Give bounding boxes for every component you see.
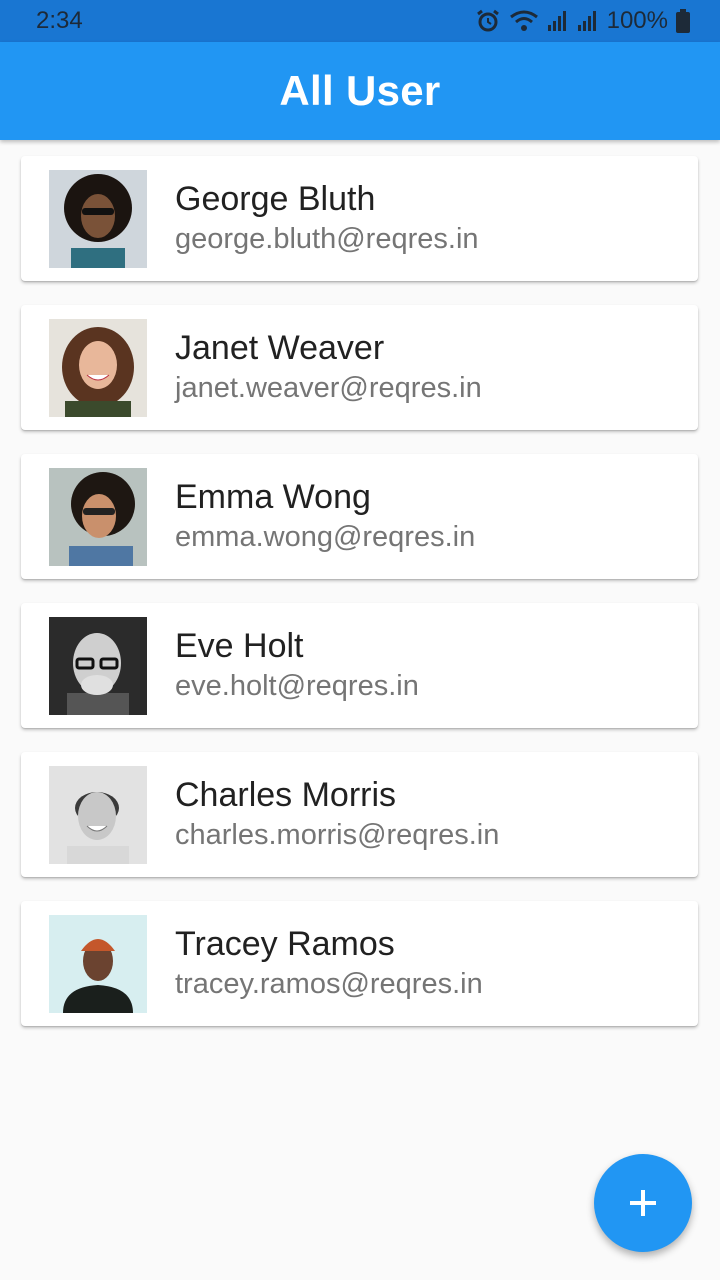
avatar xyxy=(49,318,147,417)
user-card[interactable]: Tracey Ramos tracey.ramos@reqres.in xyxy=(21,901,698,1026)
user-name: Charles Morris xyxy=(175,775,397,814)
user-info: George Bluth george.bluth@reqres.in xyxy=(175,179,479,259)
alarm-icon xyxy=(475,8,501,34)
battery-icon xyxy=(676,9,690,33)
signal-icon xyxy=(577,10,599,32)
user-name: George Bluth xyxy=(175,179,376,218)
user-card[interactable]: Janet Weaver janet.weaver@reqres.in xyxy=(21,305,698,430)
battery-level: 100% xyxy=(606,7,668,34)
user-info: Emma Wong emma.wong@reqres.in xyxy=(175,477,475,557)
user-email: eve.holt@reqres.in xyxy=(175,669,419,702)
user-card[interactable]: Emma Wong emma.wong@reqres.in xyxy=(21,454,698,579)
avatar xyxy=(49,169,147,268)
user-name: Tracey Ramos xyxy=(175,924,395,963)
user-info: Eve Holt eve.holt@reqres.in xyxy=(175,626,419,706)
user-info: Janet Weaver janet.weaver@reqres.in xyxy=(175,328,482,408)
user-name: Emma Wong xyxy=(175,477,371,516)
user-name: Janet Weaver xyxy=(175,328,385,367)
user-info: Charles Morris charles.morris@reqres.in xyxy=(175,775,499,855)
user-list: George Bluth george.bluth@reqres.in Jane… xyxy=(21,156,698,1050)
plus-icon xyxy=(628,1188,658,1218)
status-time: 2:34 xyxy=(36,7,83,34)
user-info: Tracey Ramos tracey.ramos@reqres.in xyxy=(175,924,483,1004)
signal-icon xyxy=(547,10,569,32)
status-bar: 2:34 100% xyxy=(0,0,720,42)
user-card[interactable]: Charles Morris charles.morris@reqres.in xyxy=(21,752,698,877)
user-card[interactable]: George Bluth george.bluth@reqres.in xyxy=(21,156,698,281)
user-email: charles.morris@reqres.in xyxy=(175,818,500,851)
page-title: All User xyxy=(279,67,441,114)
user-name: Eve Holt xyxy=(175,626,304,665)
app-bar: All User xyxy=(0,42,720,140)
avatar xyxy=(49,914,147,1013)
avatar xyxy=(49,765,147,864)
user-email: george.bluth@reqres.in xyxy=(175,222,479,255)
avatar xyxy=(49,616,147,715)
wifi-icon xyxy=(509,9,539,33)
status-icons: 100% xyxy=(475,7,690,35)
avatar xyxy=(49,467,147,566)
add-user-button[interactable] xyxy=(594,1154,692,1252)
user-email: tracey.ramos@reqres.in xyxy=(175,967,483,1000)
user-card[interactable]: Eve Holt eve.holt@reqres.in xyxy=(21,603,698,728)
user-email: janet.weaver@reqres.in xyxy=(175,371,482,404)
user-email: emma.wong@reqres.in xyxy=(175,520,476,553)
